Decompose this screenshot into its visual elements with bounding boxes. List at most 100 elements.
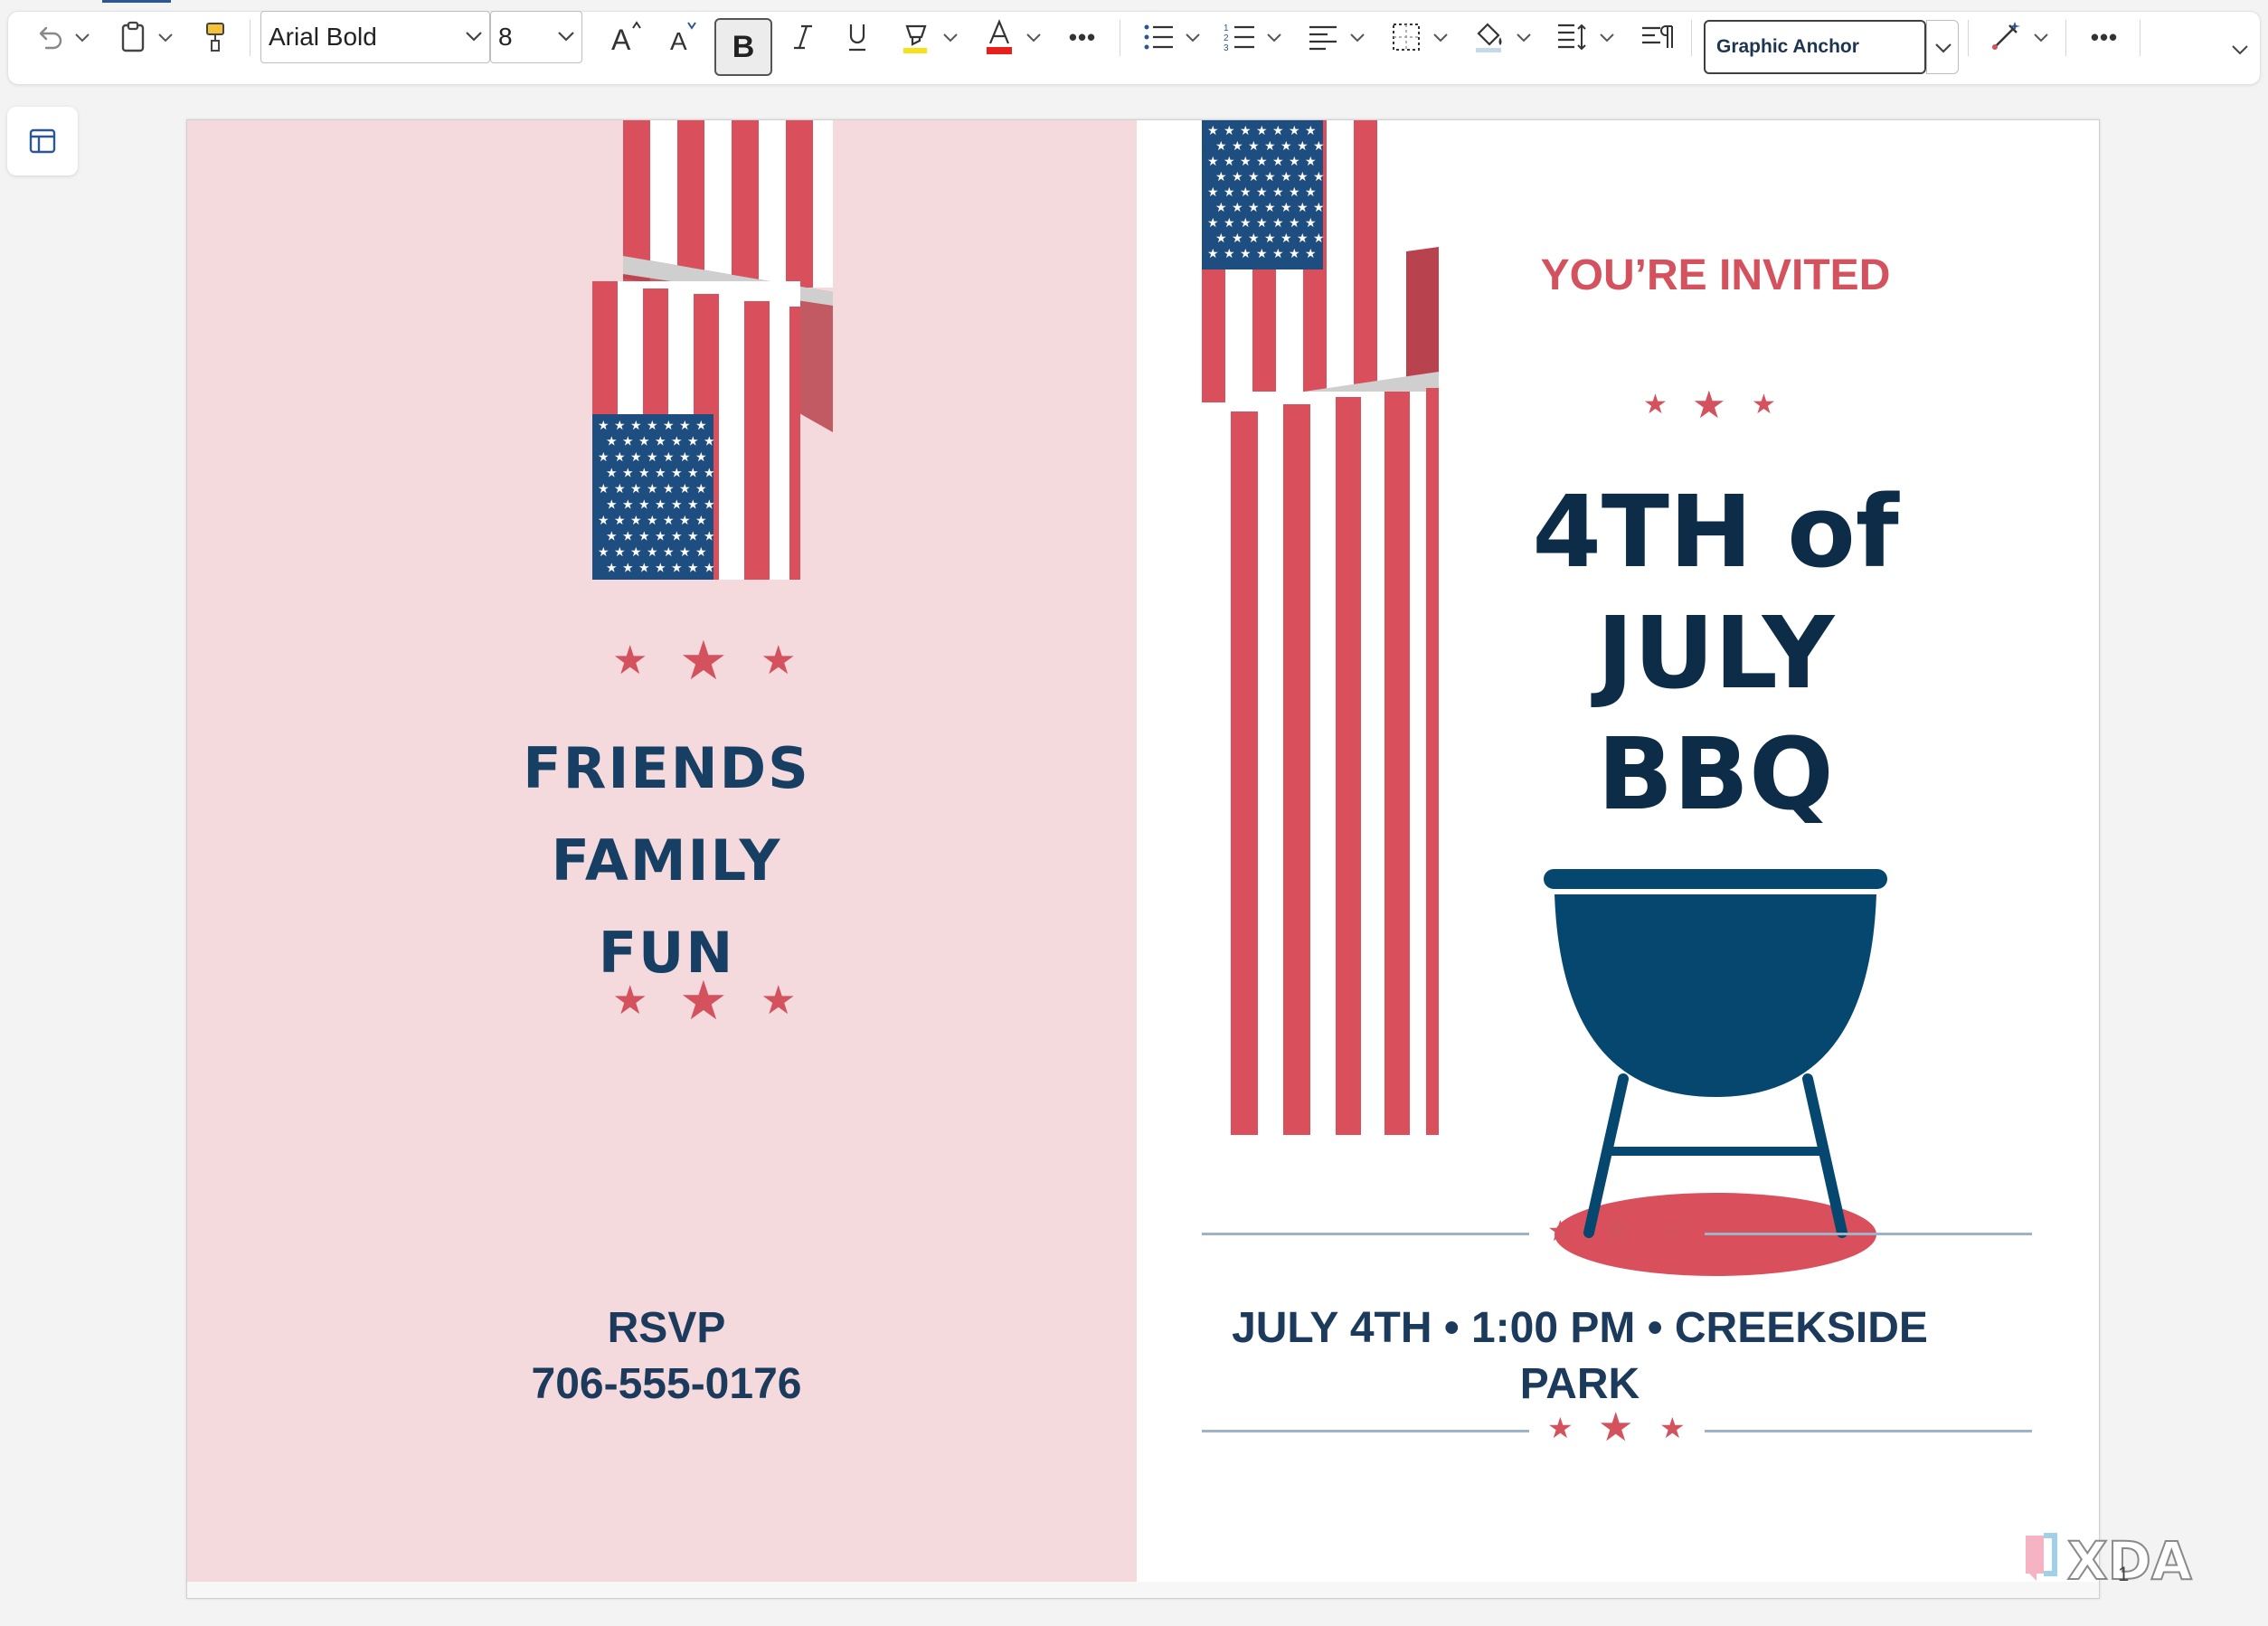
- flag-star-icon: ★: [622, 562, 634, 576]
- shading-icon[interactable]: [1469, 13, 1510, 61]
- more-label: •••: [2090, 23, 2119, 51]
- flag-star-icon: ★: [1280, 139, 1292, 154]
- decorative-star-icon: ★: [1598, 1404, 1634, 1451]
- align-dropdown-chevron-icon[interactable]: [1346, 13, 1369, 61]
- paragraph-icon[interactable]: [1635, 13, 1680, 61]
- flag-star-icon: ★: [638, 467, 650, 481]
- flag-star-icon: ★: [655, 498, 666, 513]
- flag-star-icon: ★: [614, 419, 626, 433]
- flag-star-icon: ★: [687, 435, 699, 449]
- flag-star-icon: ★: [1305, 155, 1317, 169]
- chevron-down-icon[interactable]: [464, 26, 484, 46]
- flag-star-icon: ★: [1313, 201, 1325, 215]
- flag-star-icon: ★: [1272, 155, 1284, 169]
- xda-watermark-logo: XDA: [2026, 1529, 2193, 1592]
- more-label: •••: [1068, 23, 1097, 51]
- undo-dropdown-chevron-icon[interactable]: [71, 13, 94, 61]
- italic-icon[interactable]: [781, 13, 825, 61]
- side-panel-icon: [29, 128, 56, 154]
- side-panel-button[interactable]: [7, 107, 78, 175]
- decorative-star-icon: ★: [1643, 389, 1668, 421]
- undo-icon[interactable]: [27, 13, 71, 61]
- flag-star-icon: ★: [1313, 232, 1325, 246]
- decorative-star-icon: ★: [1598, 1207, 1634, 1253]
- flag-star-icon: ★: [1305, 216, 1317, 231]
- numbering-icon[interactable]: 123: [1219, 13, 1261, 61]
- flag-star-icon: ★: [638, 498, 650, 513]
- flag-star-icon: ★: [679, 545, 691, 560]
- flag-star-icon: ★: [695, 419, 707, 433]
- styles-dropdown[interactable]: [1926, 20, 1959, 74]
- borders-dropdown-chevron-icon[interactable]: [1429, 13, 1452, 61]
- flag-star-icon: ★: [695, 514, 707, 528]
- flag-star-icon: ★: [687, 562, 699, 576]
- flag-star-icon: ★: [1240, 247, 1252, 261]
- font-name-combo[interactable]: Arial Bold: [260, 11, 490, 63]
- flag-star-icon: ★: [1207, 216, 1219, 231]
- bullets-icon[interactable]: [1138, 13, 1179, 61]
- chevron-down-icon[interactable]: [1933, 38, 1953, 58]
- flag-star-icon: ★: [1305, 124, 1317, 138]
- document-page[interactable]: ★ ★ ★ ★ ★ ★ ★ ★ ★ ★ ★ ★ ★ ★ ★ ★ ★ ★ ★ ★ ★ ★ ★ ★ ★ ★ ★ ★ ★ ★ ★ ★ ★ ★ ★ ★ ★ ★ ★ ★…: [186, 119, 2100, 1599]
- flag-star-icon: ★: [679, 514, 691, 528]
- flag-star-icon: ★: [1215, 201, 1227, 215]
- flag-star-icon: ★: [679, 419, 691, 433]
- flag-star-icon: ★: [704, 530, 715, 544]
- flag-star-icon: ★: [1289, 247, 1300, 261]
- flag-star-icon: ★: [1232, 139, 1243, 154]
- underline-icon[interactable]: [836, 13, 879, 61]
- styles-combo[interactable]: Graphic Anchor: [1704, 20, 1926, 74]
- event-details-line1: JULY 4TH • 1:00 PM • CREEKSIDE: [1232, 1304, 1928, 1352]
- flag-star-icon: ★: [1232, 170, 1243, 184]
- font-color-icon[interactable]: [978, 13, 1020, 61]
- flag-star-icon: ★: [606, 435, 618, 449]
- flag-star-icon: ★: [622, 498, 634, 513]
- invitation-header: YOU’RE INVITED: [1540, 251, 1891, 299]
- flag-star-icon: ★: [622, 435, 634, 449]
- flag-banner-right-illustration: ★ ★ ★ ★ ★ ★ ★★ ★ ★ ★ ★ ★ ★★ ★ ★ ★ ★ ★ ★★ ★ ★ ★ ★ ★ ★★ ★ ★ ★ ★ ★ ★★ ★ ★ ★ ★…: [1202, 120, 1439, 1135]
- collapse-ribbon-chevron-icon[interactable]: [2226, 36, 2254, 63]
- align-icon[interactable]: [1302, 13, 1344, 61]
- more-font-options-button[interactable]: •••: [1058, 13, 1107, 61]
- bold-button[interactable]: B: [714, 18, 772, 76]
- chevron-down-icon[interactable]: [556, 26, 576, 46]
- designer-dropdown-chevron-icon[interactable]: [2029, 13, 2053, 61]
- event-title-line2: JULY: [1596, 595, 1835, 711]
- flag-star-icon: ★: [598, 482, 610, 496]
- more-options-button[interactable]: •••: [2080, 13, 2129, 61]
- flag-star-icon: ★: [1264, 232, 1276, 246]
- flag-star-icon: ★: [695, 450, 707, 465]
- flag-star-icon: ★: [655, 562, 666, 576]
- font-size-combo[interactable]: 8: [490, 11, 582, 63]
- borders-icon[interactable]: [1385, 13, 1427, 61]
- flag-star-icon: ★: [1280, 232, 1292, 246]
- shrink-font-icon[interactable]: A: [664, 13, 705, 61]
- line-spacing-icon[interactable]: [1552, 13, 1593, 61]
- decorative-star-icon: ★: [612, 978, 648, 1024]
- divider-line: [1202, 1233, 1529, 1235]
- flag-star-icon: ★: [630, 450, 642, 465]
- flag-star-icon: ★: [606, 467, 618, 481]
- flag-star-icon: ★: [622, 467, 634, 481]
- font-color-dropdown-chevron-icon[interactable]: [1022, 13, 1045, 61]
- clipboard-icon[interactable]: [112, 13, 154, 61]
- designer-icon[interactable]: [1982, 13, 2027, 61]
- highlight-dropdown-chevron-icon[interactable]: [939, 13, 962, 61]
- bullets-dropdown-chevron-icon[interactable]: [1181, 13, 1205, 61]
- decorative-star-icon: ★: [761, 638, 797, 684]
- flag-star-icon: ★: [655, 467, 666, 481]
- flag-star-icon: ★: [1207, 124, 1219, 138]
- shading-dropdown-chevron-icon[interactable]: [1512, 13, 1536, 61]
- line-spacing-dropdown-chevron-icon[interactable]: [1595, 13, 1619, 61]
- flag-star-icon: ★: [1289, 124, 1300, 138]
- format-painter-icon[interactable]: [194, 13, 237, 61]
- grow-font-icon[interactable]: A: [604, 13, 651, 61]
- highlight-icon[interactable]: [895, 13, 937, 61]
- flag-star-icon: ★: [1272, 216, 1284, 231]
- font-name-value: Arial Bold: [269, 23, 377, 51]
- tagline-fun: FUN: [598, 920, 735, 986]
- numbering-dropdown-chevron-icon[interactable]: [1262, 13, 1286, 61]
- flag-star-icon: ★: [1207, 185, 1219, 200]
- flag-star-icon: ★: [630, 482, 642, 496]
- clipboard-dropdown-chevron-icon[interactable]: [154, 13, 177, 61]
